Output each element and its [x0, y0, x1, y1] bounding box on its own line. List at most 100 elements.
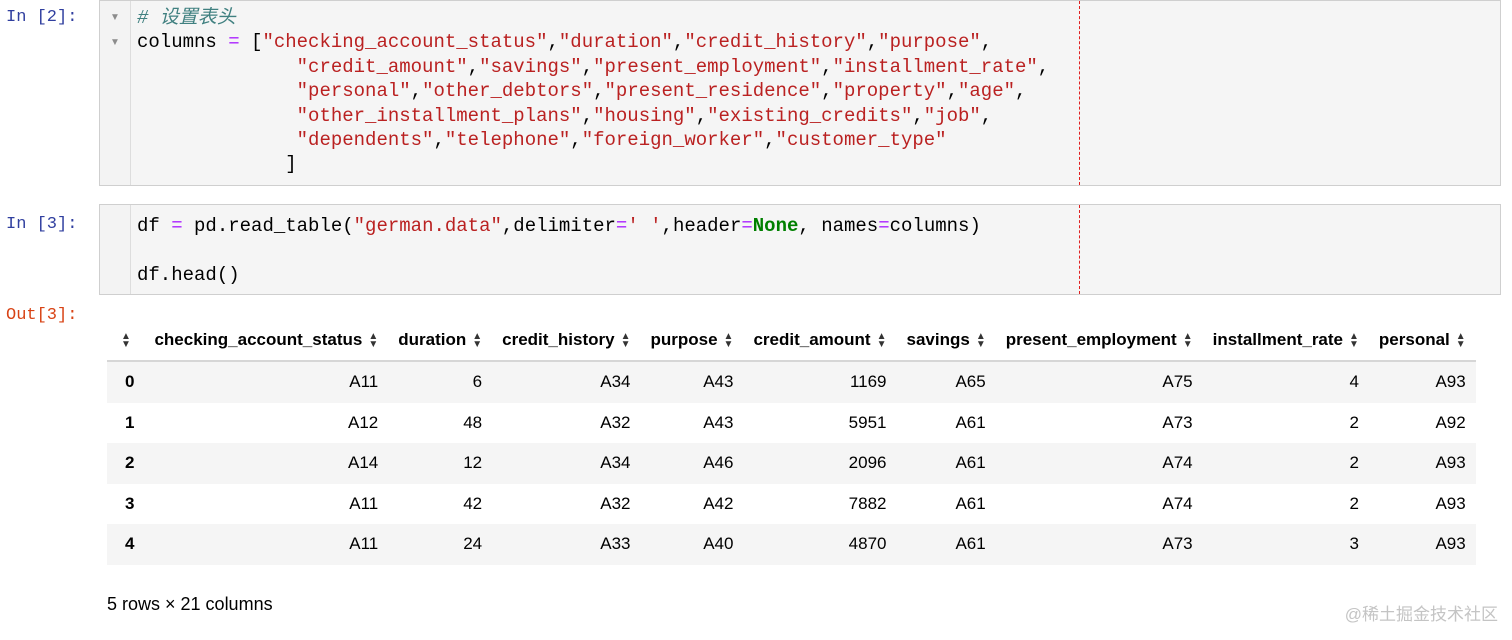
sort-icon[interactable]: ▲ ▼: [877, 331, 887, 349]
table-row: 1 A12 48 A32 A43 5951 A61 A73 2 A92: [107, 403, 1476, 444]
code-token: =: [615, 215, 628, 237]
table-row: 4 A11 24 A33 A40 4870 A61 A73 3 A93: [107, 524, 1476, 565]
code-token: columns): [889, 215, 981, 237]
table-cell: 2: [1349, 412, 1359, 432]
sort-icon[interactable]: ▲ ▼: [368, 331, 378, 349]
table-cell: 2096: [848, 453, 887, 473]
table-cell: A93: [1435, 534, 1466, 554]
code-token: "installment_rate": [832, 55, 1038, 78]
dataframe-table: ▲ ▼ checking_account_status ▲ ▼ duration ▲ ▼ cr…: [107, 320, 1476, 565]
row-index: 4: [125, 534, 135, 554]
table-cell: A42: [703, 493, 734, 513]
sort-icon[interactable]: ▲ ▼: [121, 331, 131, 349]
table-cell: A34: [600, 372, 631, 392]
code-token: ,: [1015, 80, 1027, 103]
column-header-personal[interactable]: personal ▲ ▼: [1368, 320, 1476, 362]
column-header-installment-rate[interactable]: installment_rate ▲ ▼: [1202, 320, 1369, 362]
code-token: ,: [593, 80, 605, 103]
table-row: 3 A11 42 A32 A42 7882 A61 A74 2 A93: [107, 484, 1476, 525]
code-token: "credit_amount": [296, 55, 468, 78]
code-token: ,: [410, 80, 423, 103]
code-token: "duration": [558, 31, 673, 54]
code-token: ,: [570, 129, 582, 152]
code-cell-3[interactable]: df = pd.read_table("german.data",delimit…: [99, 204, 1501, 295]
sort-icon[interactable]: ▲ ▼: [1183, 331, 1193, 349]
fold-arrow-icon[interactable]: ▼: [110, 12, 120, 23]
code-token: , names: [798, 215, 879, 237]
code-token: ,: [581, 104, 594, 127]
table-cell: A93: [1435, 372, 1466, 392]
table-row: 0 A11 6 A34 A43 1169 A65 A75 4 A93: [107, 361, 1476, 403]
fold-arrow-icon[interactable]: ▼: [110, 37, 120, 48]
table-cell: 1169: [849, 372, 887, 392]
column-header-credit-history[interactable]: credit_history ▲ ▼: [492, 320, 641, 362]
table-cell: A93: [1435, 493, 1466, 513]
code-token: =: [228, 31, 240, 54]
input-prompt-2: In [2]:: [6, 8, 78, 27]
code-cell-2[interactable]: ▼ ▼ # 设置表头 columns = ["checking_account_…: [99, 0, 1501, 186]
code-token: "checking_account_status": [262, 31, 548, 54]
code-token: ,header: [661, 215, 742, 237]
code-token: "other_debtors": [422, 80, 594, 103]
code-token: "dependents": [296, 129, 434, 152]
code-token: "existing_credits": [707, 104, 913, 127]
output-prompt-3: Out[3]:: [6, 306, 78, 325]
table-cell: A12: [347, 412, 379, 432]
table-body: 0 A11 6 A34 A43 1169 A65 A75 4 A93 1 A12 48 A32 A43 595…: [107, 361, 1476, 565]
code-token: "telephone": [444, 129, 571, 152]
table-cell: A61: [955, 493, 986, 513]
watermark: @稀土掘金技术社区: [1344, 605, 1498, 624]
code-editor[interactable]: # 设置表头 columns = ["checking_account_stat…: [137, 6, 1049, 177]
column-header-duration[interactable]: duration ▲ ▼: [388, 320, 493, 362]
code-token: ,: [980, 104, 993, 127]
row-index: 2: [125, 453, 135, 473]
code-token: "present_employment": [593, 55, 822, 78]
table-cell: 4: [1349, 372, 1359, 392]
column-header-label: savings: [906, 330, 970, 349]
sort-icon[interactable]: ▲ ▼: [1456, 331, 1466, 349]
sort-icon[interactable]: ▲ ▼: [724, 331, 734, 349]
index-header[interactable]: ▲ ▼: [107, 320, 145, 362]
table-cell: 2: [1349, 493, 1359, 513]
code-line: df = pd.read_table("german.data",delimit…: [137, 215, 981, 237]
sort-icon[interactable]: ▲ ▼: [976, 331, 986, 349]
code-token: =: [741, 215, 753, 237]
sort-icon[interactable]: ▲ ▼: [1349, 331, 1359, 349]
column-header-label: checking_account_status: [154, 330, 363, 349]
table-cell: 3: [1349, 534, 1359, 554]
code-token: df: [137, 215, 172, 237]
table-cell: 5951: [848, 412, 887, 432]
table-header-row: ▲ ▼ checking_account_status ▲ ▼ duration ▲ ▼ cr…: [107, 320, 1476, 362]
code-token: ,: [980, 31, 993, 54]
table-cell: 6: [472, 372, 483, 392]
code-token: df.head(): [137, 263, 240, 286]
column-header-checking-account-status[interactable]: checking_account_status ▲ ▼: [144, 320, 389, 362]
code-token: "property": [832, 80, 947, 103]
column-header-label: purpose: [650, 330, 718, 349]
code-line: "personal","other_debtors","present_resi…: [137, 80, 1027, 103]
code-token: ,: [946, 80, 958, 103]
code-token: ,: [866, 31, 879, 54]
table-cell: 12: [463, 453, 483, 473]
code-line: "other_installment_plans","housing","exi…: [137, 104, 993, 127]
sort-icon[interactable]: ▲ ▼: [621, 331, 631, 349]
code-token: [: [239, 31, 263, 54]
dataframe-shape: 5 rows × 21 columns: [107, 594, 273, 614]
code-token: None: [752, 215, 799, 237]
column-header-savings[interactable]: savings ▲ ▼: [896, 320, 996, 362]
table-row: 2 A14 12 A34 A46 2096 A61 A74 2 A93: [107, 443, 1476, 484]
table-cell: A74: [1162, 453, 1193, 473]
code-token: "personal": [296, 80, 411, 103]
column-header-present-employment[interactable]: present_employment ▲ ▼: [995, 320, 1203, 362]
sort-icon[interactable]: ▲ ▼: [472, 331, 482, 349]
code-editor[interactable]: df = pd.read_table("german.data",delimit…: [137, 214, 981, 287]
table-cell: A93: [1435, 453, 1466, 473]
line-length-ruler: [1079, 1, 1080, 185]
column-header-credit-amount[interactable]: credit_amount ▲ ▼: [743, 320, 897, 362]
code-token: ,: [547, 31, 559, 54]
column-header-purpose[interactable]: purpose ▲ ▼: [640, 320, 744, 362]
code-line: "credit_amount","savings","present_emplo…: [137, 55, 1050, 78]
